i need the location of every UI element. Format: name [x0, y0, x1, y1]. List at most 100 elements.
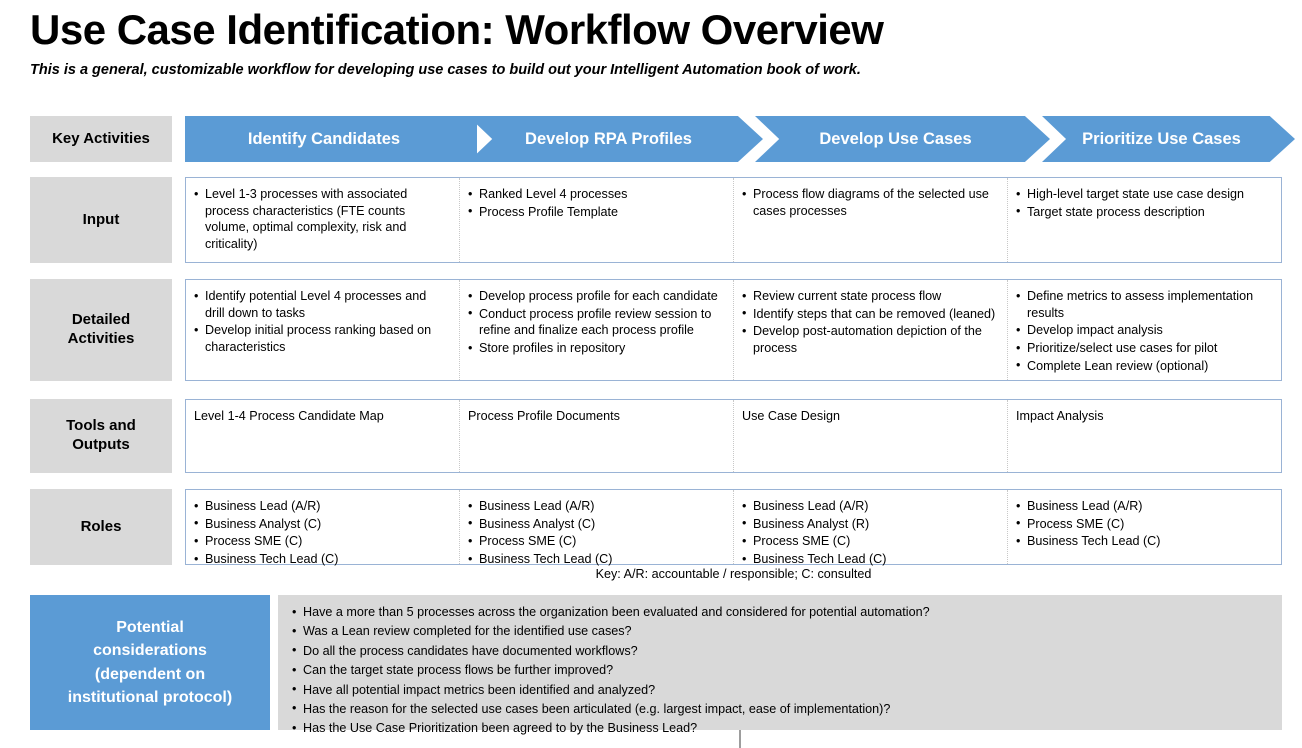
bullet-item: Have a more than 5 processes across the … — [292, 604, 1270, 622]
row-label-tools-and-outputs: Tools and Outputs — [30, 399, 172, 473]
phase-chevron-develop-use-cases[interactable]: Develop Use Cases — [755, 116, 1050, 162]
row-label-detailed-activities: Detailed Activities — [30, 279, 172, 381]
bullet-item: Develop process profile for each candida… — [468, 288, 723, 305]
bullet-list: Review current state process flowIdentif… — [742, 288, 997, 357]
bullet-list: Business Lead (A/R)Business Analyst (R)P… — [742, 498, 997, 568]
row-label-roles: Roles — [30, 489, 172, 565]
bullet-item: Prioritize/select use cases for pilot — [1016, 340, 1271, 357]
bullet-item: Process SME (C) — [194, 533, 449, 550]
roles-cell-develop-rpa-profiles: Business Lead (A/R)Business Analyst (C)P… — [459, 490, 733, 567]
phase-chevron-label: Develop Use Cases — [819, 129, 972, 148]
considerations-bullet-list: Have a more than 5 processes across the … — [292, 604, 1270, 738]
bullet-list: Business Lead (A/R)Process SME (C)Busine… — [1016, 498, 1271, 550]
row-label-tools-and-outputs-text: Tools and Outputs — [66, 417, 136, 453]
bullet-item: Business Lead (A/R) — [468, 498, 723, 515]
row-label-input: Input — [30, 177, 172, 263]
bullet-list: Define metrics to assess implementation … — [1016, 287, 1271, 375]
row-label-key-activities-text: Key Activities — [52, 129, 150, 147]
phase-chevron-develop-rpa-profiles[interactable]: Develop RPA Profiles — [468, 116, 763, 162]
tools-outputs-cell-develop-use-cases: Use Case Design — [733, 400, 1007, 472]
roles-cell-identify-candidates: Business Lead (A/R)Business Analyst (C)P… — [186, 490, 459, 568]
detailed-activities-cell-prioritize-use-cases: Define metrics to assess implementation … — [1007, 280, 1281, 380]
bullet-list: High-level target state use case designT… — [1016, 186, 1271, 220]
bullet-item: Have all potential impact metrics been i… — [292, 681, 1270, 700]
page-title: Use Case Identification: Workflow Overvi… — [30, 6, 884, 53]
tools-outputs-cell-identify-candidates: Level 1-4 Process Candidate Map — [186, 400, 459, 472]
phase-chevron-label: Develop RPA Profiles — [525, 129, 692, 148]
bullet-item: Business Lead (A/R) — [1016, 498, 1271, 515]
tools-outputs-text: Process Profile Documents — [468, 409, 620, 423]
bullet-item: Process Profile Template — [468, 203, 723, 221]
bullet-item: Business Lead (A/R) — [742, 498, 997, 515]
roles-cell-prioritize-use-cases: Business Lead (A/R)Process SME (C)Busine… — [1007, 490, 1281, 564]
detailed-activities-cell-develop-rpa-profiles: Develop process profile for each candida… — [459, 280, 733, 380]
bullet-item: Business Analyst (R) — [742, 515, 997, 533]
bullet-item: Business Tech Lead (C) — [468, 551, 723, 568]
bullet-item: Define metrics to assess implementation … — [1016, 287, 1271, 321]
bullet-item: Business Lead (A/R) — [194, 498, 449, 515]
input-cell-identify-candidates: Level 1-3 processes with associated proc… — [186, 178, 459, 262]
input-row: Level 1-3 processes with associated proc… — [185, 177, 1282, 263]
bullet-item: Business Tech Lead (C) — [742, 551, 997, 568]
bullet-item: Business Analyst (C) — [468, 515, 723, 533]
bullet-list: Business Lead (A/R)Business Analyst (C)P… — [468, 498, 723, 568]
bullet-item: Process flow diagrams of the selected us… — [742, 185, 997, 219]
bullet-item: Conduct process profile review session t… — [468, 305, 723, 339]
bullet-item: Develop post-automation depiction of the… — [742, 323, 997, 356]
bullet-list: Business Lead (A/R)Business Analyst (C)P… — [194, 498, 449, 568]
bullet-item: Ranked Level 4 processes — [468, 186, 723, 203]
bullet-list: Level 1-3 processes with associated proc… — [194, 186, 449, 253]
bullet-item: Process SME (C) — [742, 533, 997, 550]
bullet-item: Identify steps that can be removed (lean… — [742, 305, 997, 323]
bullet-item: Level 1-3 processes with associated proc… — [194, 186, 449, 253]
bullet-item: Review current state process flow — [742, 288, 997, 305]
bullet-item: Complete Lean review (optional) — [1016, 357, 1271, 375]
phase-chevron-label: Identify Candidates — [247, 129, 401, 148]
bullet-list: Identify potential Level 4 processes and… — [194, 287, 449, 356]
bullet-item: Process SME (C) — [1016, 515, 1271, 533]
bullet-item: Develop initial process ranking based on… — [194, 322, 449, 355]
detailed-activities-cell-identify-candidates: Identify potential Level 4 processes and… — [186, 280, 459, 380]
bullet-item: Store profiles in repository — [468, 340, 723, 357]
bullet-list: Develop process profile for each candida… — [468, 288, 723, 357]
row-label-detailed-activities-text: Detailed Activities — [67, 311, 135, 347]
detailed-activities-row: Identify potential Level 4 processes and… — [185, 279, 1282, 381]
bullet-item: Develop impact analysis — [1016, 322, 1271, 339]
bottom-connector-line — [739, 730, 741, 748]
bullet-list: Ranked Level 4 processesProcess Profile … — [468, 186, 723, 220]
bullet-item: Business Tech Lead (C) — [1016, 533, 1271, 550]
phase-chevron-prioritize-use-cases[interactable]: Prioritize Use Cases — [1042, 116, 1295, 162]
phase-chevron-identify-candidates[interactable]: Identify Candidates — [185, 116, 477, 162]
detailed-activities-cell-develop-use-cases: Review current state process flowIdentif… — [733, 280, 1007, 380]
bullet-item: Was a Lean review completed for the iden… — [292, 623, 1270, 641]
tools-outputs-text: Impact Analysis — [1016, 409, 1104, 423]
roles-row: Business Lead (A/R)Business Analyst (C)P… — [185, 489, 1282, 568]
row-label-key-activities: Key Activities — [30, 116, 172, 162]
potential-considerations-label-text: Potential considerations (dependent on i… — [67, 619, 233, 706]
phase-header-row: Identify Candidates Develop RPA Profiles… — [185, 116, 1295, 162]
tools-outputs-cell-develop-rpa-profiles: Process Profile Documents — [459, 400, 733, 472]
tools-outputs-text: Level 1-4 Process Candidate Map — [194, 409, 384, 423]
tools-outputs-text: Use Case Design — [742, 409, 840, 423]
potential-considerations-body: Have a more than 5 processes across the … — [278, 595, 1282, 738]
tools-outputs-cell-prioritize-use-cases: Impact Analysis — [1007, 400, 1281, 472]
bullet-item: Has the Use Case Prioritization been agr… — [292, 720, 1270, 738]
phase-chevron-label: Prioritize Use Cases — [1082, 129, 1241, 148]
input-cell-develop-rpa-profiles: Ranked Level 4 processesProcess Profile … — [459, 178, 733, 262]
potential-considerations-label: Potential considerations (dependent on i… — [30, 595, 270, 730]
roles-cell-develop-use-cases: Business Lead (A/R)Business Analyst (R)P… — [733, 490, 1007, 567]
row-label-roles-text: Roles — [80, 517, 122, 535]
bullet-item: Has the reason for the selected use case… — [292, 700, 1270, 719]
input-cell-prioritize-use-cases: High-level target state use case designT… — [1007, 178, 1281, 262]
tools-and-outputs-row: Level 1-4 Process Candidate Map Process … — [185, 399, 1282, 473]
bullet-item: Do all the process candidates have docum… — [292, 642, 1270, 661]
bullet-item: Business Tech Lead (C) — [194, 551, 449, 568]
bullet-item: Process SME (C) — [468, 533, 723, 550]
bullet-item: Business Analyst (C) — [194, 515, 449, 533]
title-block: Use Case Identification: Workflow Overvi… — [30, 6, 1280, 78]
row-label-input-text: Input — [82, 210, 120, 228]
input-cell-develop-use-cases: Process flow diagrams of the selected us… — [733, 178, 1007, 262]
roles-key-note: Key: A/R: accountable / responsible; C: … — [595, 567, 872, 581]
bullet-item: Can the target state process flows be fu… — [292, 662, 1270, 680]
bullet-item: High-level target state use case design — [1016, 186, 1271, 203]
